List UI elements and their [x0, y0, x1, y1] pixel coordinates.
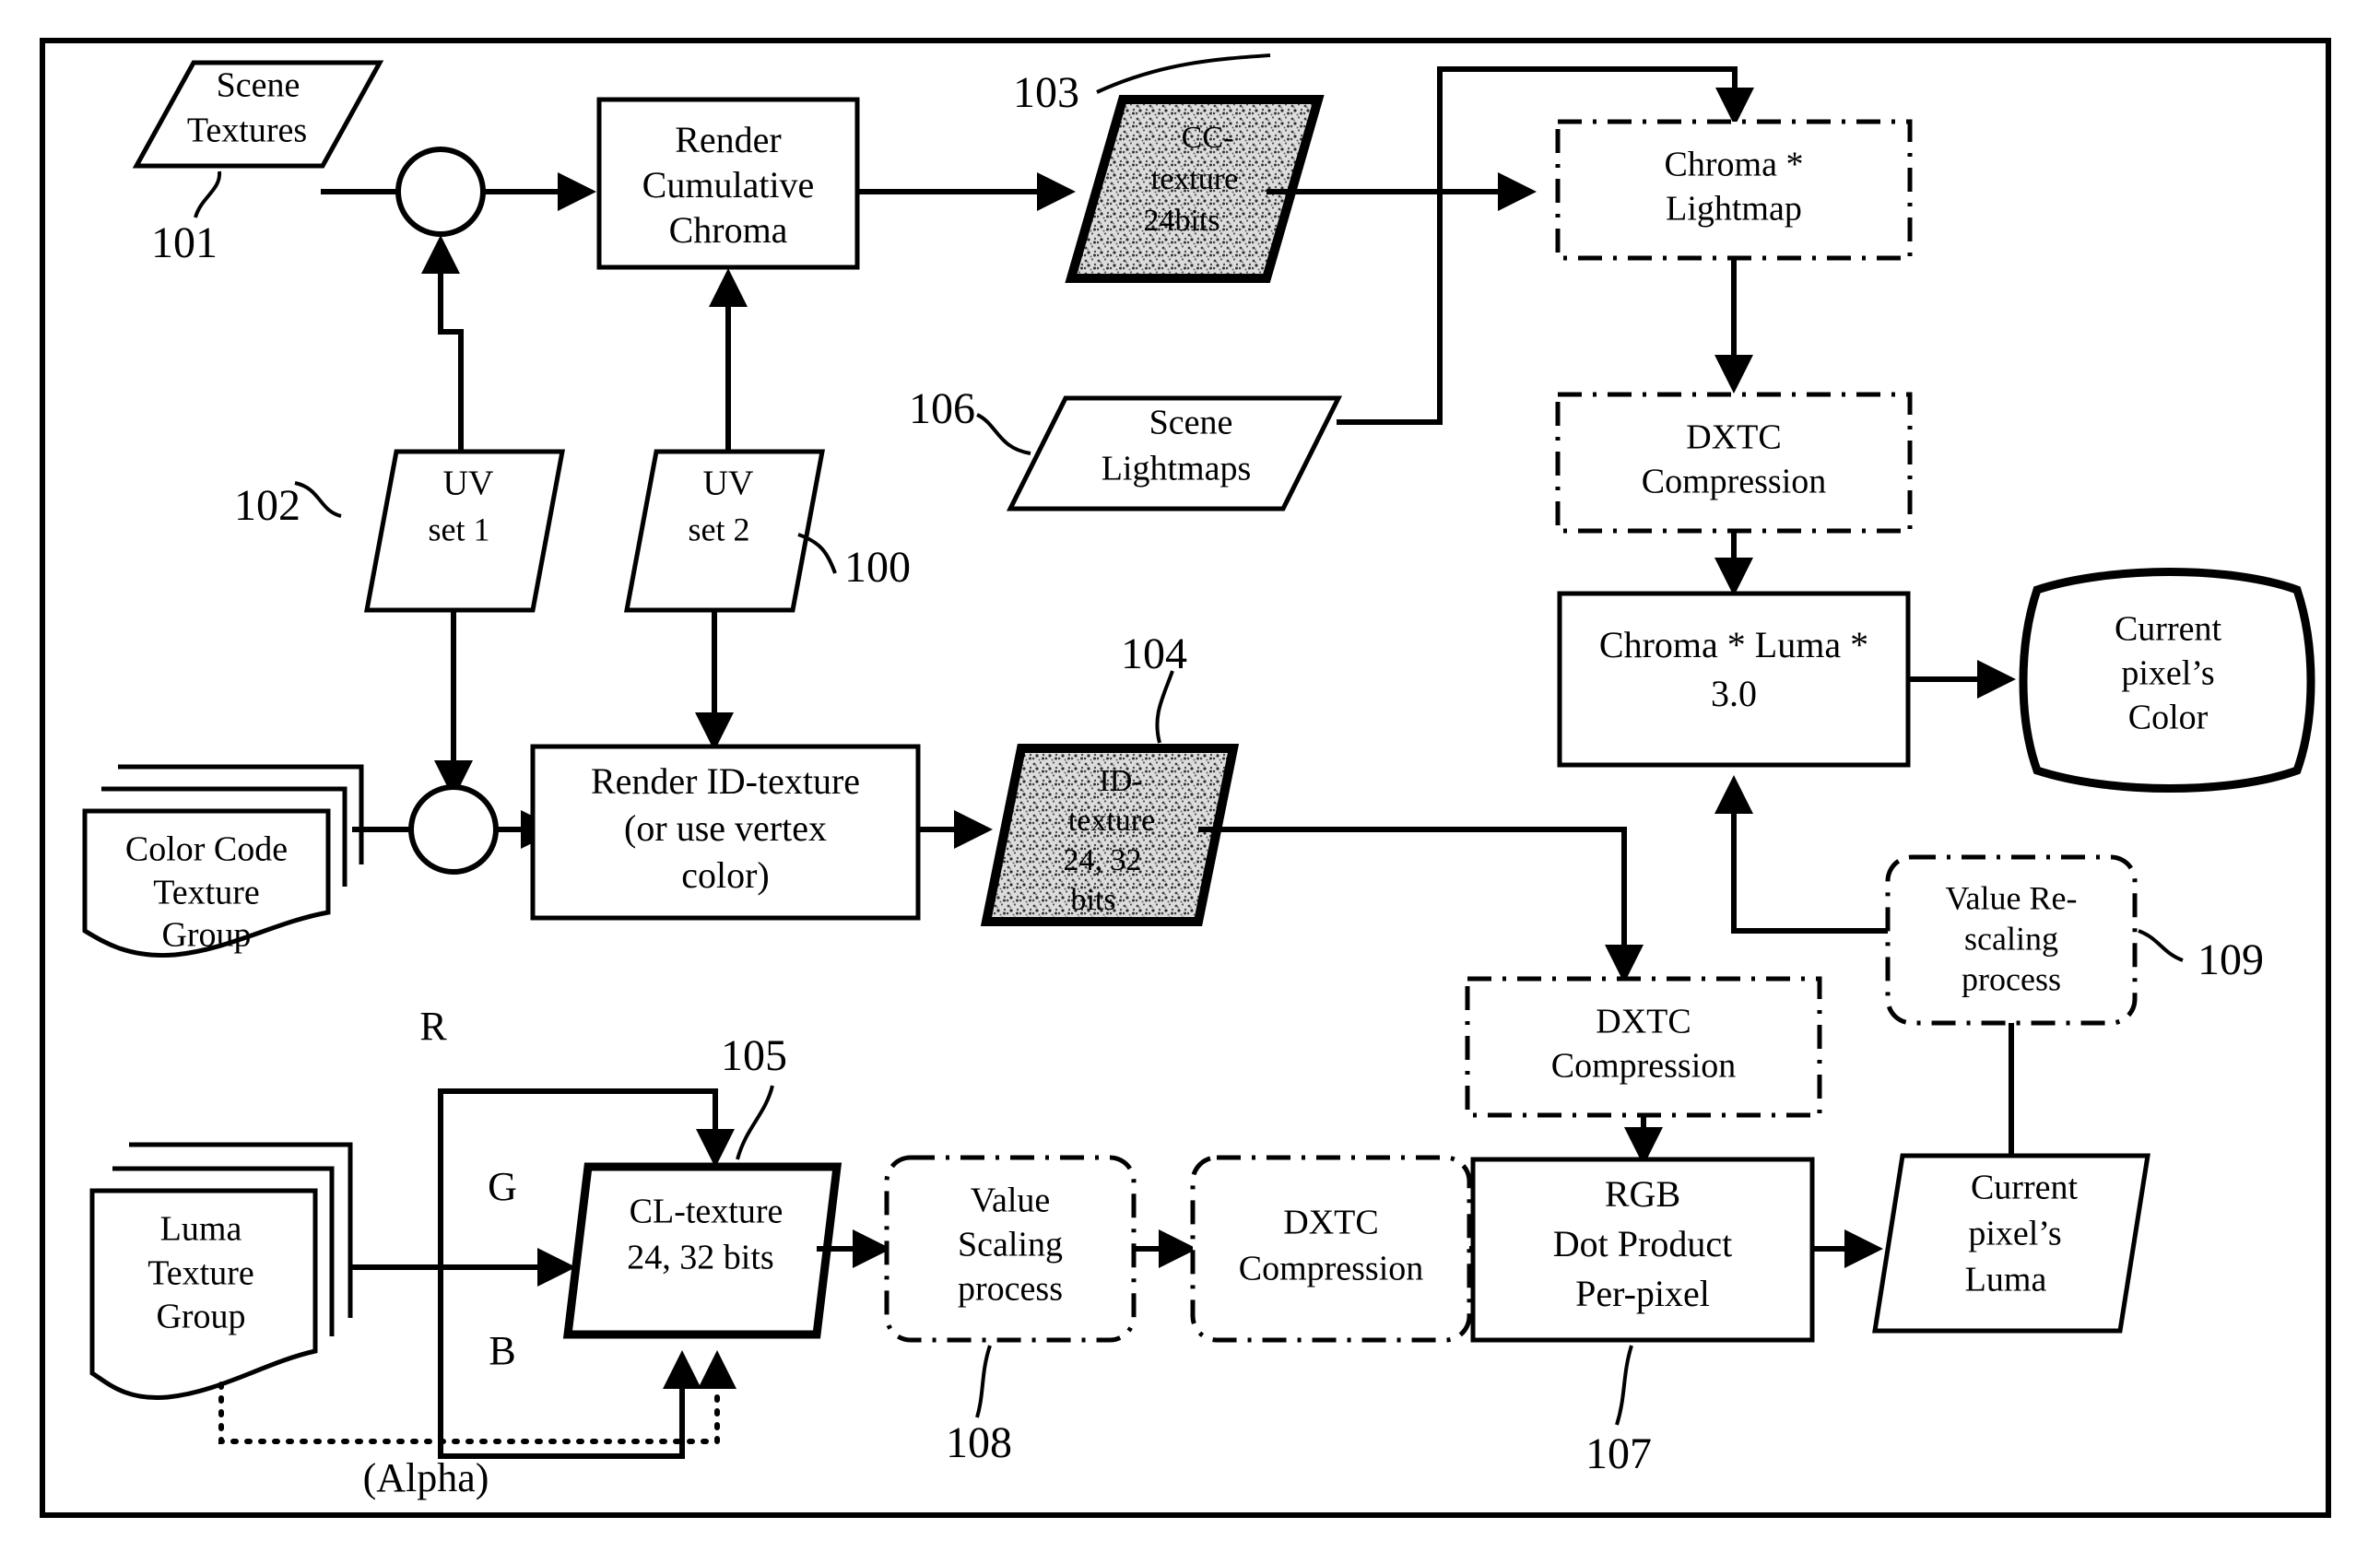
conn-alpha-dotted	[218, 1350, 736, 1444]
channel-label-b: B	[489, 1328, 515, 1373]
leader-104	[1155, 670, 1174, 744]
chroma-luma-label-1: Chroma * Luma *	[1599, 624, 1868, 665]
figure-canvas: Scene Textures 101 Render Cumulative Chr…	[0, 0, 2380, 1552]
pixelcolor-label-2: pixel’s	[2121, 654, 2214, 693]
pixelcolor-label-1: Current	[2115, 610, 2222, 649]
ccgroup-label-2: Texture	[153, 874, 260, 912]
lumagroup-label-2: Texture	[147, 1254, 254, 1293]
cctexture-label-2: texture	[1151, 162, 1238, 196]
conn-uv1-to-junction1	[421, 235, 464, 452]
rescale-label-3: process	[1962, 960, 2061, 997]
idtexture-label-1: ID-	[1099, 764, 1142, 798]
dxtc-top-label-2: Compression	[1642, 463, 1827, 501]
valuescale-label-2: Scaling	[958, 1226, 1063, 1264]
ref-108: 108	[946, 1418, 1012, 1467]
uv1-label-2: set 1	[429, 511, 490, 547]
scene-textures-label-2: Textures	[187, 112, 307, 150]
dxtc-bottom-label-1: DXTC	[1283, 1204, 1378, 1242]
leader-101	[194, 170, 222, 218]
valuescale-label-3: process	[958, 1270, 1063, 1309]
idtexture-label-3: 24, 32	[1064, 843, 1142, 877]
cltexture-label-2: 24, 32 bits	[627, 1239, 773, 1277]
leader-105	[736, 1085, 774, 1160]
leader-103	[1096, 53, 1271, 94]
rcc-label-2: Cumulative	[642, 164, 815, 206]
renderid-label-1: Render ID-texture	[591, 760, 860, 802]
lumagroup-label-1: Luma	[160, 1210, 242, 1249]
valuescale-label-1: Value	[971, 1182, 1051, 1220]
ref-109: 109	[2197, 935, 2264, 984]
renderid-label-3: color)	[681, 854, 770, 896]
conn-idtexture-to-dxtcmid	[1198, 827, 1644, 983]
cctexture-label-1: CC-	[1182, 121, 1234, 155]
pixelcolor-label-3: Color	[2128, 699, 2209, 737]
flow-diagram: Scene Textures 101 Render Cumulative Chr…	[40, 38, 2331, 1518]
rgbdot-label-3: Per-pixel	[1575, 1273, 1710, 1314]
uv2-label-1: UV	[703, 464, 754, 503]
uv2-label-2: set 2	[689, 511, 750, 547]
channel-label-r: R	[419, 1004, 447, 1049]
leader-107	[1615, 1345, 1633, 1426]
scene-textures-label-1: Scene	[217, 66, 300, 105]
rgbdot-label-1: RGB	[1605, 1173, 1680, 1215]
lightmaps-label-2: Lightmaps	[1102, 450, 1252, 488]
dxtc-top-label-1: DXTC	[1686, 418, 1781, 457]
ref-105: 105	[721, 1031, 787, 1080]
rgbdot-label-2: Dot Product	[1553, 1223, 1732, 1264]
ref-107: 107	[1585, 1429, 1652, 1478]
rcc-label-3: Chroma	[669, 209, 788, 251]
channel-label-alpha: (Alpha)	[363, 1455, 489, 1500]
ref-106: 106	[909, 384, 975, 433]
cctexture-label-3: 24bits	[1143, 204, 1219, 238]
cltexture-label-1: CL-texture	[630, 1193, 784, 1231]
rcc-label-1: Render	[675, 119, 782, 160]
rescale-label-2: scaling	[1964, 920, 2058, 957]
leader-108	[975, 1345, 992, 1418]
ref-104: 104	[1121, 629, 1187, 678]
chroma-luma-label-2: 3.0	[1711, 673, 1757, 714]
leader-106	[976, 413, 1031, 455]
junction-circle-idtexture	[408, 784, 499, 875]
idtexture-label-4: bits	[1070, 883, 1115, 917]
pixelluma-label-3: Luma	[1965, 1261, 2047, 1299]
channel-label-g: G	[488, 1164, 517, 1209]
dxtc-mid-label-2: Compression	[1551, 1047, 1737, 1086]
ref-101: 101	[151, 218, 218, 267]
chroma-lightmap-label-2: Lightmap	[1666, 190, 1802, 229]
lumagroup-label-3: Group	[156, 1298, 245, 1336]
renderid-label-2: (or use vertex	[624, 807, 827, 849]
junction-circle-chroma	[395, 147, 486, 237]
chroma-lightmap-label-1: Chroma *	[1665, 146, 1804, 184]
ref-102: 102	[234, 481, 300, 530]
leader-102	[294, 481, 342, 518]
conn-lightmaps-to-chromalightmap	[1337, 172, 1537, 425]
dxtc-bottom-label-2: Compression	[1239, 1250, 1424, 1288]
ccgroup-label-1: Color Code	[125, 830, 288, 869]
idtexture-label-2: texture	[1068, 804, 1155, 838]
ccgroup-label-3: Group	[161, 916, 251, 955]
pixelluma-label-2: pixel’s	[1968, 1215, 2061, 1253]
lightmaps-label-1: Scene	[1149, 404, 1233, 442]
pixelluma-label-1: Current	[1971, 1169, 2079, 1207]
ref-100: 100	[844, 543, 911, 592]
conn-rescale-to-chromaluma	[1714, 775, 1888, 934]
rescale-label-1: Value Re-	[1946, 879, 2078, 916]
dxtc-mid-label-1: DXTC	[1596, 1003, 1691, 1041]
ref-103: 103	[1013, 68, 1079, 117]
leader-109	[2138, 929, 2184, 962]
uv1-label-1: UV	[443, 464, 494, 503]
